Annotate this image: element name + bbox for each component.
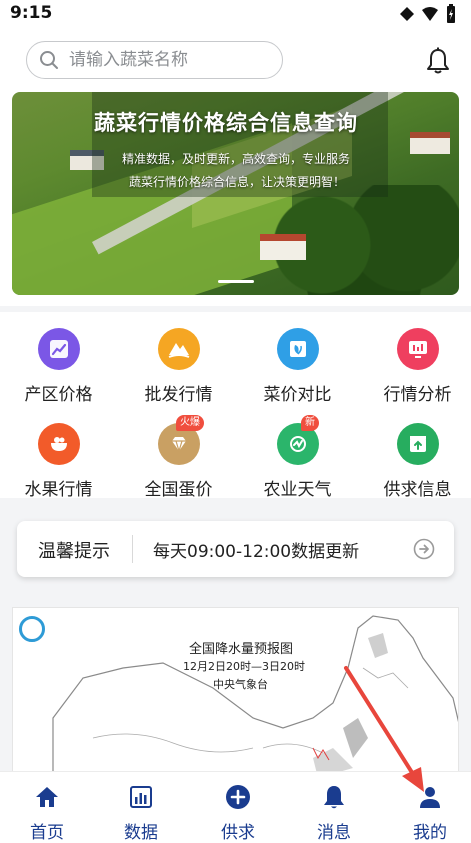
notice-divider xyxy=(132,535,133,563)
status-bar: 9:15 xyxy=(0,0,471,28)
bottom-tabbar: 首页 数据 供求 消息 我的 xyxy=(0,771,471,843)
grid-item-origin-price[interactable]: 产区价格 xyxy=(0,320,117,405)
signal-diamond-icon xyxy=(400,7,414,21)
grid-label: 菜价对比 xyxy=(263,385,332,405)
book-leaf-icon xyxy=(277,328,319,370)
user-icon xyxy=(417,784,443,810)
banner-title: 蔬菜行情价格综合信息查询 xyxy=(94,111,358,135)
tab-label: 首页 xyxy=(30,823,64,843)
home-icon xyxy=(34,784,60,810)
banner-subtitle-1: 精准数据，及时更新，高效查询，专业服务 xyxy=(122,152,351,166)
carousel-dot-active[interactable] xyxy=(217,280,254,283)
notice-title: 温馨提示 xyxy=(38,541,110,562)
china-map-image xyxy=(52,615,458,776)
arrow-right-circle-icon[interactable] xyxy=(413,538,435,560)
wifi-icon xyxy=(422,7,438,21)
grid-label: 农业天气 xyxy=(263,480,332,500)
tab-label: 我的 xyxy=(413,823,447,843)
map-subtitle: 12月2日20时—3日20时 xyxy=(183,660,305,673)
search-box[interactable] xyxy=(26,41,283,79)
map-title: 全国降水量预报图 xyxy=(189,642,294,657)
tab-home[interactable]: 首页 xyxy=(0,772,94,843)
grid-item-price-compare[interactable]: 菜价对比 xyxy=(239,320,356,405)
tab-supply[interactable]: 供求 xyxy=(191,772,285,843)
notification-button[interactable] xyxy=(424,46,452,76)
battery-icon xyxy=(447,4,455,23)
banner-section: 蔬菜行情价格综合信息查询 精准数据，及时更新，高效查询，专业服务 蔬菜行情价格综… xyxy=(0,92,471,306)
hot-badge: 火爆 xyxy=(176,415,204,431)
grid-label: 批发行情 xyxy=(144,385,213,405)
grid-label: 全国蛋价 xyxy=(144,480,213,500)
fruit-bowl-icon xyxy=(38,423,80,465)
tab-profile[interactable]: 我的 xyxy=(383,772,471,843)
grid-label: 行情分析 xyxy=(383,385,452,405)
status-icons xyxy=(399,4,457,24)
grid-label: 水果行情 xyxy=(24,480,93,500)
banner-carousel[interactable]: 蔬菜行情价格综合信息查询 精准数据，及时更新，高效查询，专业服务 蔬菜行情价格综… xyxy=(12,92,459,295)
status-time: 9:15 xyxy=(10,3,53,23)
precipitation-map-card[interactable]: 全国降水量预报图 12月2日20时—3日20时 中央气象台 xyxy=(12,607,459,777)
search-input[interactable] xyxy=(69,50,269,70)
grid-item-wholesale[interactable]: 批发行情 xyxy=(120,320,237,405)
grid-label: 产区价格 xyxy=(24,385,93,405)
box-up-icon xyxy=(397,423,439,465)
grid-item-supply-demand[interactable]: 供求信息 xyxy=(359,415,471,500)
tab-label: 数据 xyxy=(124,823,158,843)
mountain-icon xyxy=(158,328,200,370)
board-icon xyxy=(397,328,439,370)
chart-up-icon xyxy=(38,328,80,370)
bell-icon xyxy=(321,784,347,810)
tab-data[interactable]: 数据 xyxy=(94,772,188,843)
carousel-indicator xyxy=(12,280,459,283)
tab-label: 供求 xyxy=(221,823,255,843)
function-grid: 产区价格 批发行情 菜价对比 行情分析 水果行情 火爆 全国蛋价 新 农业天气 … xyxy=(0,312,471,500)
tab-label: 消息 xyxy=(317,823,351,843)
grid-item-fruit-market[interactable]: 水果行情 xyxy=(0,415,117,500)
banner-subtitle-2: 蔬菜行情价格综合信息，让决策更明智！ xyxy=(129,175,346,189)
new-badge: 新 xyxy=(301,415,319,431)
tab-messages[interactable]: 消息 xyxy=(287,772,381,843)
plus-circle-icon xyxy=(225,784,251,810)
notice-bar[interactable]: 温馨提示 每天09:00-12:00数据更新 xyxy=(17,521,454,577)
search-icon xyxy=(40,51,58,69)
map-org: 中央气象台 xyxy=(213,678,268,691)
weather-logo-icon xyxy=(19,616,45,642)
grid-label: 供求信息 xyxy=(383,480,452,500)
bell-outline-icon xyxy=(427,47,449,74)
header xyxy=(0,28,471,92)
bar-chart-icon xyxy=(128,784,154,810)
grid-item-agri-weather[interactable]: 新 农业天气 xyxy=(239,415,356,500)
grid-item-egg-price[interactable]: 火爆 全国蛋价 xyxy=(120,415,237,500)
grid-item-market-analysis[interactable]: 行情分析 xyxy=(359,320,471,405)
notice-text: 每天09:00-12:00数据更新 xyxy=(153,542,360,562)
